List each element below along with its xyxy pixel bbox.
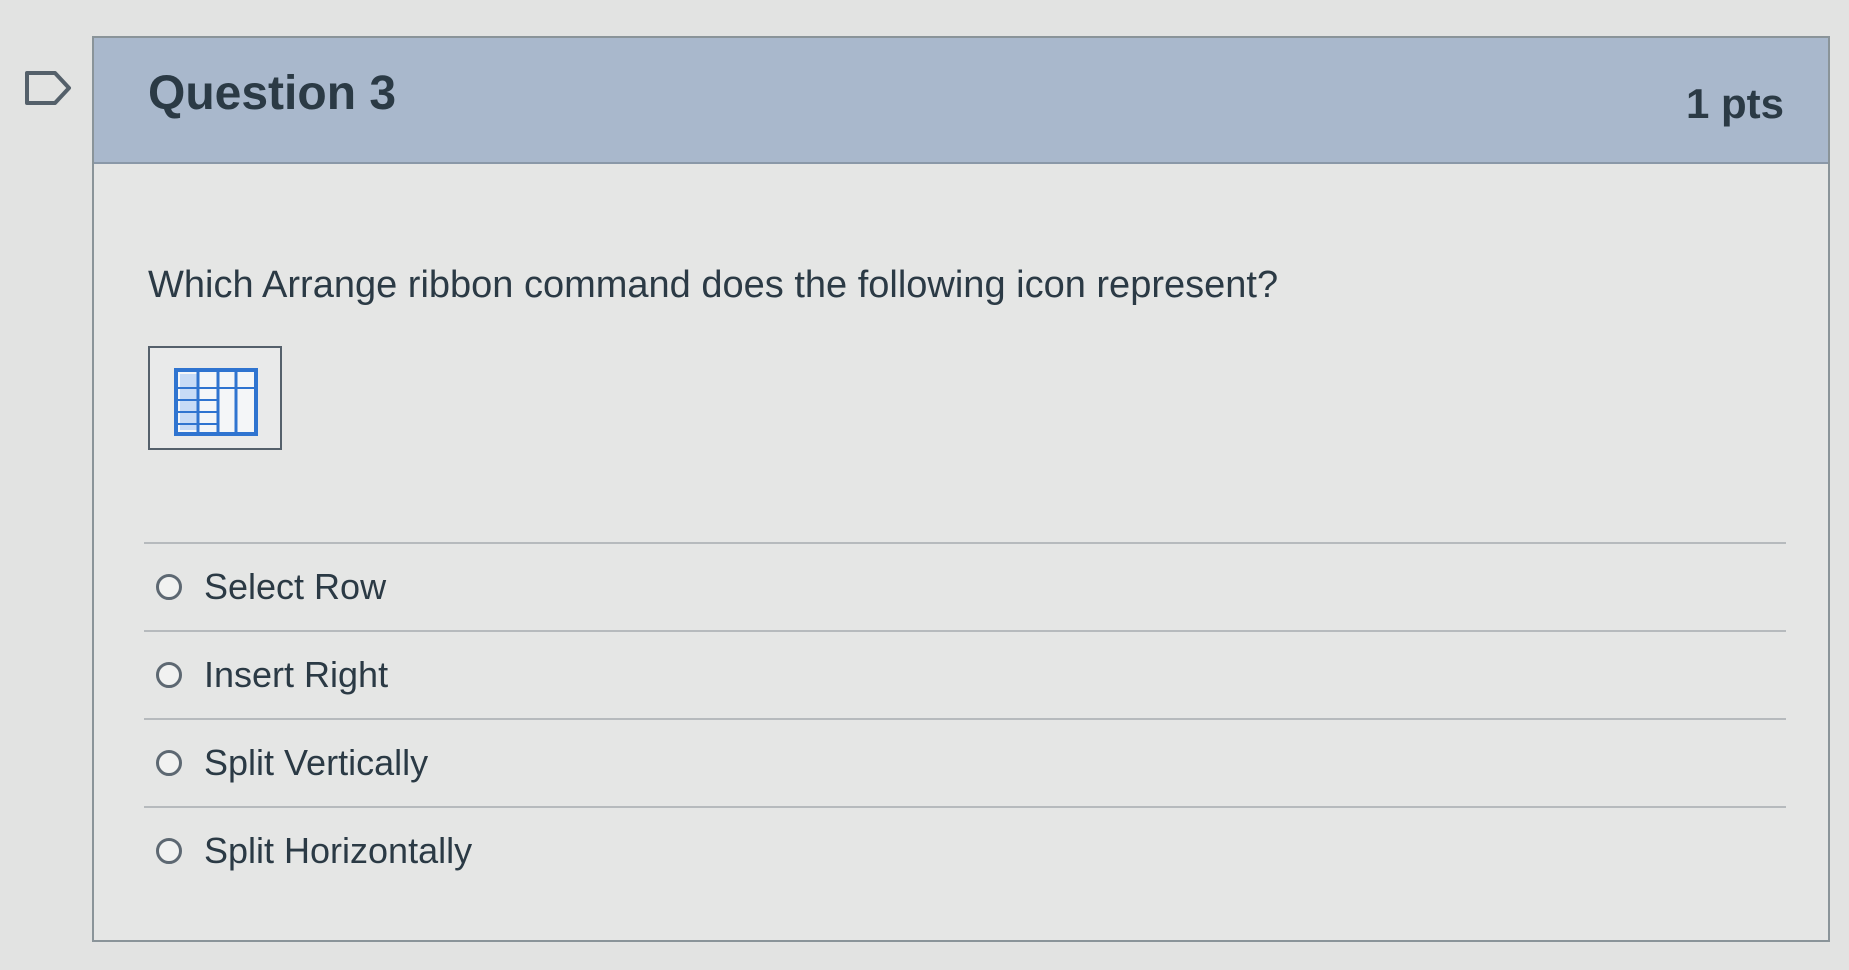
radio-button[interactable] [156,750,182,776]
question-points: 1 pts [1685,80,1784,127]
answer-label[interactable]: Split Horizontally [204,830,472,872]
answer-option-split-vertically[interactable]: Split Vertically [144,720,1786,806]
question-text: Which Arrange ribbon command does the fo… [148,264,1279,306]
question-image [148,346,282,450]
answer-label[interactable]: Select Row [204,566,386,608]
answer-option-insert-right[interactable]: Insert Right [144,632,1786,718]
radio-button[interactable] [156,838,182,864]
answer-option-split-horizontally[interactable]: Split Horizontally [144,808,1786,894]
answer-list: Select Row Insert Right Split Vertically… [144,542,1786,894]
answer-label[interactable]: Split Vertically [204,742,428,784]
question-title: Question 3 [148,67,397,120]
answer-option-select-row[interactable]: Select Row [144,544,1786,630]
radio-button[interactable] [156,662,182,688]
question-header: Question 3 1 pts [94,38,1828,164]
answer-label[interactable]: Insert Right [204,654,388,696]
question-card: Question 3 1 pts Which Arrange ribbon co… [92,36,1830,942]
flag-question-icon[interactable] [24,70,74,106]
radio-button[interactable] [156,574,182,600]
table-grid-icon [174,368,258,436]
